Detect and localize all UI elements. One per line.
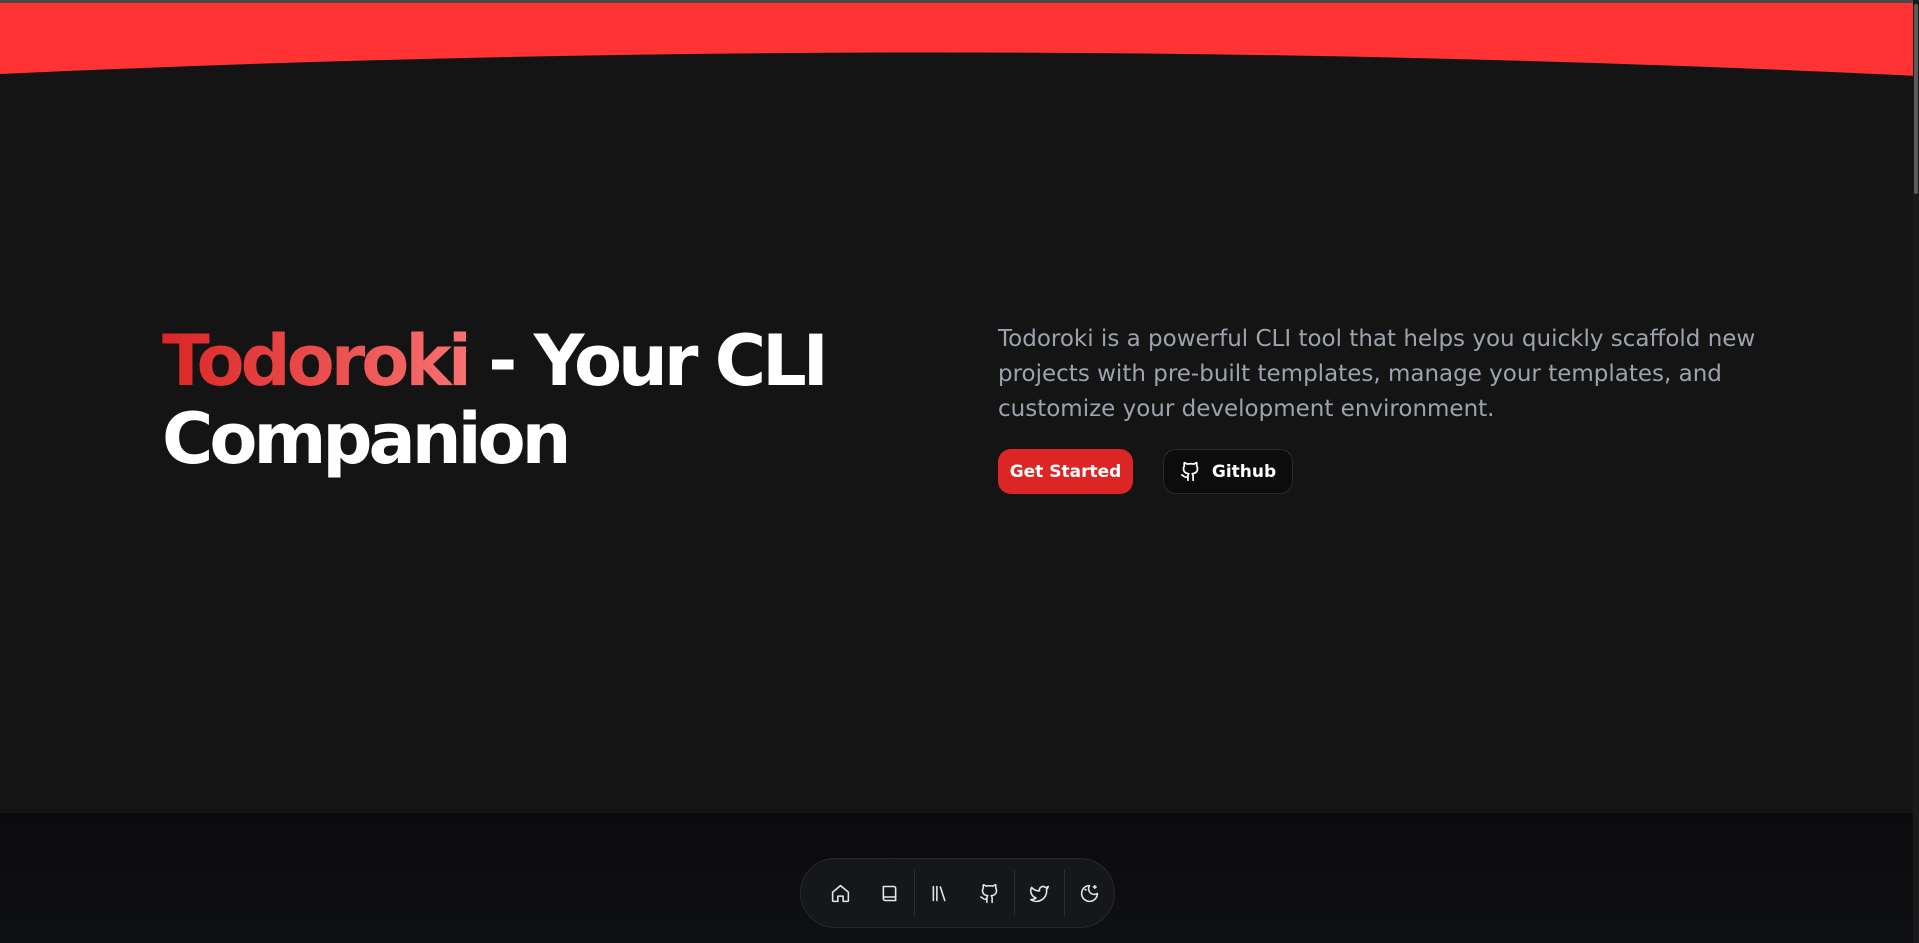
hero-title-brand: Todoroki xyxy=(162,320,472,402)
dock-docs[interactable] xyxy=(865,868,914,918)
hero-description: Todoroki is a powerful CLI tool that hel… xyxy=(998,326,1756,422)
floating-dock xyxy=(800,858,1115,928)
library-icon xyxy=(933,885,946,901)
dock-library[interactable] xyxy=(915,868,964,918)
top-banner-wave xyxy=(0,2,1919,76)
hero-section: Todoroki - Your CLI Companion Todoroki i… xyxy=(0,0,1919,813)
theme-toggle-icon xyxy=(1080,884,1099,902)
github-button-label: Github xyxy=(1211,461,1277,482)
dock-home[interactable] xyxy=(816,868,865,918)
github-button[interactable]: Github xyxy=(1163,449,1293,494)
twitter-icon xyxy=(1029,885,1049,902)
github-icon xyxy=(979,883,997,903)
github-icon xyxy=(1180,461,1199,482)
dock-twitter[interactable] xyxy=(1015,868,1064,918)
home-icon xyxy=(831,884,850,902)
scrollbar-thumb[interactable] xyxy=(1914,4,1918,194)
book-icon xyxy=(882,885,897,901)
hero-title: Todoroki - Your CLI Companion xyxy=(162,322,922,478)
get-started-button[interactable]: Get Started xyxy=(998,449,1133,494)
dock-theme-toggle[interactable] xyxy=(1065,868,1114,918)
landing-page: Todoroki - Your CLI Companion Todoroki i… xyxy=(0,0,1919,943)
dock-github[interactable] xyxy=(965,868,1014,918)
top-border xyxy=(0,0,1919,3)
